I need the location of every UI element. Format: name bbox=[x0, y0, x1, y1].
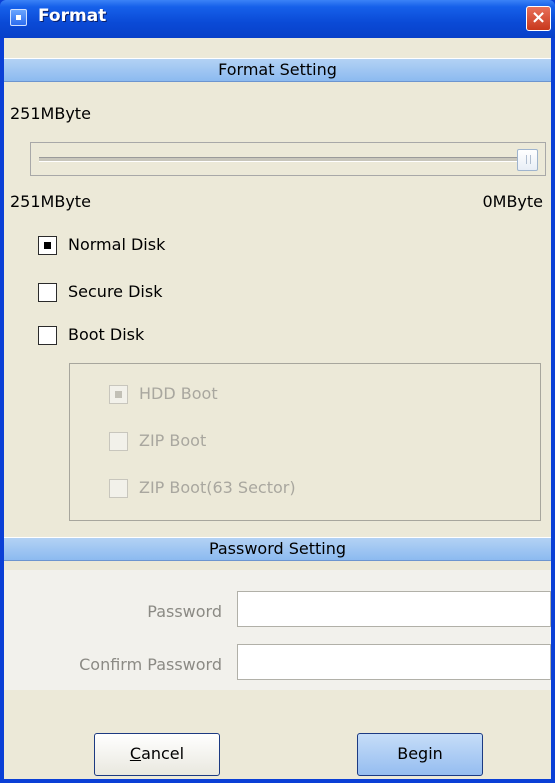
secure-disk-label: Secure Disk bbox=[68, 282, 163, 301]
format-dialog: Format × Format Setting 251MByte 251MByt… bbox=[0, 0, 555, 783]
confirm-password-input[interactable] bbox=[237, 644, 551, 680]
system-menu-icon[interactable] bbox=[10, 9, 27, 26]
boot-disk-checkbox[interactable] bbox=[38, 326, 57, 345]
format-setting-header: Format Setting bbox=[4, 58, 551, 82]
hdd-boot-label: HDD Boot bbox=[139, 384, 218, 403]
zip-boot-label: ZIP Boot bbox=[139, 431, 207, 450]
normal-disk-label: Normal Disk bbox=[68, 235, 166, 254]
slider-max-label: 0MByte bbox=[482, 192, 543, 211]
normal-disk-checkbox[interactable] bbox=[38, 236, 57, 255]
cancel-mnemonic: C bbox=[129, 744, 142, 763]
size-label: 251MByte bbox=[10, 104, 91, 123]
dialog-body: Format Setting 251MByte 251MByte 0MByte … bbox=[4, 38, 551, 779]
close-button[interactable]: × bbox=[526, 6, 551, 31]
password-setting-header: Password Setting bbox=[4, 537, 551, 561]
cancel-label: ancel bbox=[141, 744, 185, 763]
slider-min-label: 251MByte bbox=[10, 192, 91, 211]
zip-boot-63-checkbox bbox=[109, 479, 128, 498]
zip-boot-63-label: ZIP Boot(63 Sector) bbox=[139, 478, 296, 497]
zip-boot-checkbox bbox=[109, 432, 128, 451]
window-title: Format bbox=[38, 6, 107, 26]
boot-disk-label: Boot Disk bbox=[68, 325, 145, 344]
password-input[interactable] bbox=[237, 591, 551, 627]
confirm-password-label: Confirm Password bbox=[79, 655, 222, 674]
size-slider[interactable] bbox=[30, 142, 546, 176]
cancel-button[interactable]: Cancel bbox=[94, 733, 220, 776]
close-icon: × bbox=[530, 7, 547, 28]
slider-track bbox=[39, 157, 519, 162]
password-area: Password Confirm Password bbox=[4, 570, 551, 690]
secure-disk-checkbox[interactable] bbox=[38, 283, 57, 302]
begin-button[interactable]: Begin bbox=[357, 733, 483, 776]
hdd-boot-checkbox bbox=[109, 385, 128, 404]
password-label: Password bbox=[147, 602, 222, 621]
title-bar[interactable]: Format × bbox=[0, 0, 555, 38]
slider-thumb[interactable] bbox=[517, 149, 538, 171]
